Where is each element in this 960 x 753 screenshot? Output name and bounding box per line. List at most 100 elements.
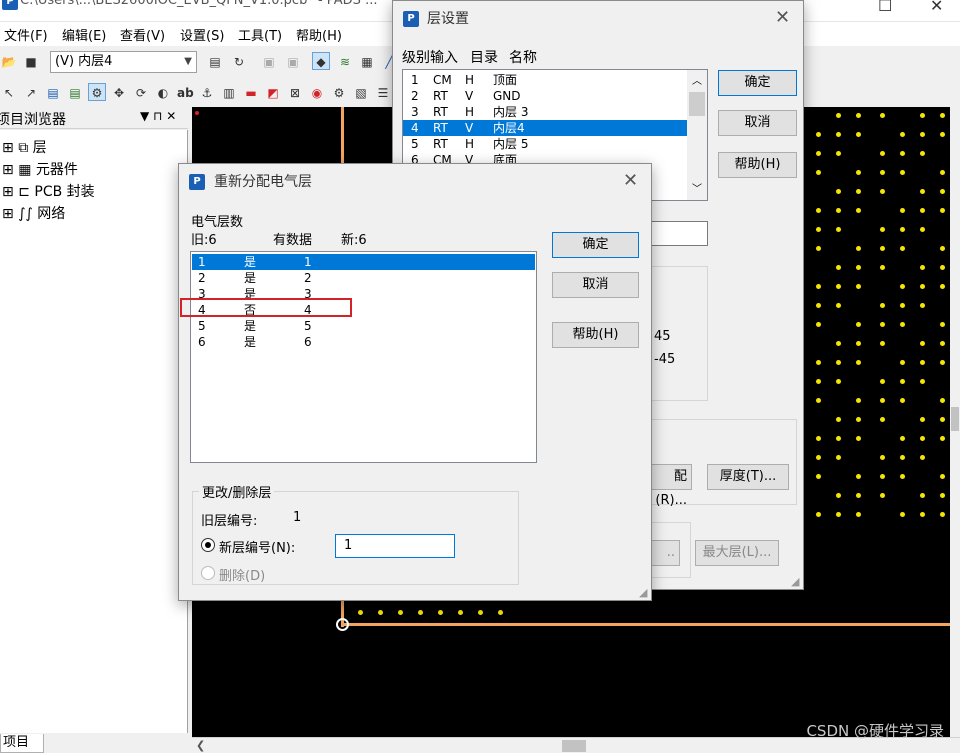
layer-view-icon[interactable]: ▤ [44,83,62,101]
zoom-icon[interactable]: ⊠ [286,83,304,101]
via-dot [920,265,925,270]
scroll-left-icon[interactable]: ❮ [196,739,205,752]
save-icon[interactable]: ■ [22,52,40,70]
scroll-down-icon[interactable]: ﹀ [692,180,702,195]
expand-icon[interactable]: ⊞ [2,162,14,178]
layer-ok-button[interactable]: 确定 [718,70,797,96]
layer-help-button[interactable]: 帮助(H) [718,152,797,178]
tree-item-layers[interactable]: ⊞ ⧉ 层 [2,137,47,157]
menu-tools[interactable]: 工具(T) [238,25,282,44]
menu-edit[interactable]: 编辑(E) [62,25,106,44]
list-icon[interactable]: ☰ [374,83,392,101]
layer-view-icon[interactable]: ▤ [66,83,84,101]
layer-cell-level: 2 [411,89,419,103]
component-tool-icon[interactable]: ⚓ [198,83,216,101]
via-dot [856,113,861,118]
flip-icon[interactable]: ◐ [154,83,172,101]
via-dot [836,265,841,270]
reassign-row[interactable]: 1 是 1 [192,254,535,270]
reassign-cancel-button[interactable]: 取消 [552,272,639,298]
properties-icon[interactable]: ▤ [206,52,224,70]
menu-help[interactable]: 帮助(H) [296,25,342,44]
refresh-icon[interactable]: ↻ [230,52,248,70]
reassign-help-button[interactable]: 帮助(H) [552,322,639,348]
settings-icon[interactable]: ⚙ [330,83,348,101]
menu-setup[interactable]: 设置(S) [180,25,224,44]
resize-grip-icon[interactable]: ◢ [791,575,799,588]
move-icon[interactable]: ✥ [110,83,128,101]
annotation-highlight-box [180,298,352,317]
route-icon[interactable]: ≋ [336,52,354,70]
active-tool-icon[interactable]: ⚙ [88,83,106,101]
tree-item-footprints[interactable]: ⊞ ⊏ PCB 封装 [2,181,95,201]
bug-icon[interactable]: ◉ [308,83,326,101]
via-dot [940,512,945,517]
via-dot [900,151,905,156]
close-icon[interactable]: ✕ [775,7,790,28]
delete-layer-radio[interactable] [201,566,215,580]
disabled-tool-icon[interactable]: ▣ [260,52,278,70]
close-icon[interactable]: ✕ [623,170,638,191]
tree-item-components[interactable]: ⊞ ▦ 元器件 [2,159,78,179]
via-dot [816,398,821,403]
open-folder-icon[interactable]: 📂 [0,52,18,70]
reassign-row[interactable]: 5 是 5 [192,318,535,334]
drafting-icon[interactable]: ▦ [358,52,376,70]
expand-icon[interactable]: ⊞ [2,206,14,222]
via-dot [940,398,945,403]
layers-icon: ⧉ [18,140,29,156]
disabled-tool-icon[interactable]: ▣ [284,52,302,70]
max-layers-button[interactable]: 最大层(L)... [695,540,779,566]
design-toolbar-icon[interactable]: ◆ [312,52,330,70]
via-dot [920,512,925,517]
reassign-ok-button[interactable]: 确定 [552,232,639,258]
reassign-row[interactable]: 6 是 6 [192,334,535,350]
via-dot [836,360,841,365]
layer-select[interactable]: (V) 内层4 ▼ [50,51,197,73]
rotate-icon[interactable]: ⟳ [132,83,150,101]
via-dot [900,303,905,308]
toolbar-tools: ↖ ↗ ▤ ▤ ⚙ ✥ ⟳ ◐ ab ⚓ ▥ ▬ ◩ ⊠ ◉ ⚙ ▧ ☰ [0,78,395,106]
new-layer-radio[interactable] [201,538,215,552]
close-window-icon[interactable]: ✕ [930,0,943,15]
project-tab[interactable]: 项目 [0,734,44,753]
layer-row[interactable]: 2 RT V GND [403,88,687,104]
layer-list-thumb[interactable] [689,92,705,116]
vertical-scrollbar[interactable] [950,107,960,737]
via-dot [856,398,861,403]
layer-row[interactable]: 1 CM H 顶面 [403,72,687,88]
thickness-button[interactable]: 厚度(T)... [707,464,789,490]
reassign-row[interactable]: 2 是 2 [192,270,535,286]
maximize-icon[interactable]: ☐ [878,0,892,15]
horizontal-scroll-thumb[interactable] [562,740,586,752]
change-delete-group: 更改/删除层 旧层编号: 1 新层编号(N): 1 删除(D) [192,482,519,585]
vertical-scroll-thumb[interactable] [951,407,959,431]
menu-view[interactable]: 查看(V) [120,25,165,44]
via-dot [816,360,821,365]
reassign-layer-list[interactable]: 1是12是23是34否45是56是6 [190,251,537,463]
scroll-up-icon[interactable]: ︿ [692,72,702,87]
panel-controls[interactable]: ▼ ⊓ ✕ [140,109,176,123]
text-icon[interactable]: ab [176,83,194,101]
new-layer-number-input[interactable]: 1 [335,534,455,558]
layer-name-field[interactable] [643,221,708,246]
expand-icon[interactable]: ⊞ [2,184,14,200]
pcb-icon[interactable]: ▧ [352,83,370,101]
bar-chart-icon[interactable]: ▥ [220,83,238,101]
layer-row[interactable]: 5 RT H 内层 5 [403,136,687,152]
layer-cell-dir: H [465,105,475,119]
dialog-app-icon: P [403,11,419,27]
expand-icon[interactable]: ⊞ [2,140,14,156]
select-pin-icon[interactable]: ↗ [22,83,40,101]
delete-icon[interactable]: ▬ [242,83,260,101]
split-icon[interactable]: ◩ [264,83,282,101]
layer-row[interactable]: 3 RT H 内层 3 [403,104,687,120]
layer-cancel-button[interactable]: 取消 [718,110,797,136]
resize-grip-icon[interactable]: ◢ [639,586,647,599]
select-arrow-icon[interactable]: ↖ [0,83,18,101]
tree-item-nets[interactable]: ⊞ ∫∫ 网络 [2,203,65,223]
menu-file[interactable]: 文件(F) [4,25,48,44]
tree-item-label: 网络 [37,206,66,222]
layer-list-scrollbar[interactable]: ︿ ﹀ [687,70,707,200]
layer-row[interactable]: 4 RT V 内层4 [403,120,687,136]
